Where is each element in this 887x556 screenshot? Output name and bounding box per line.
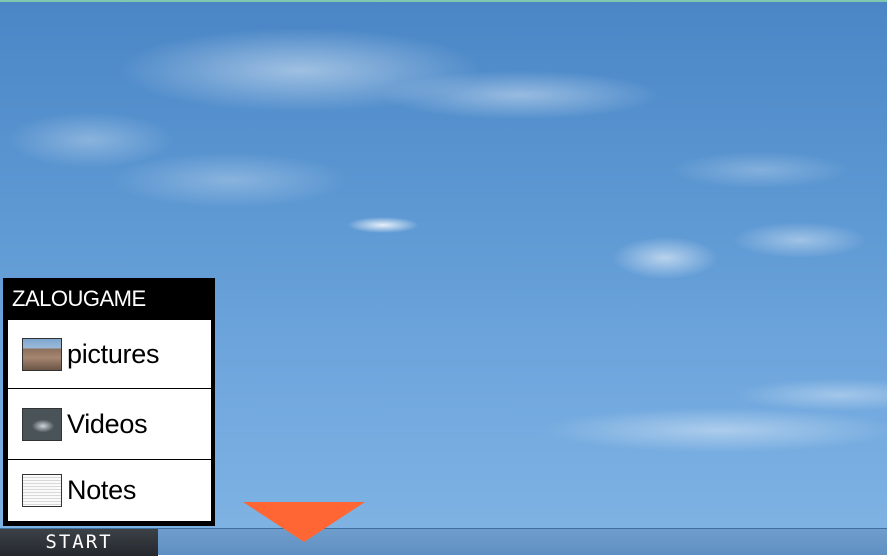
menu-item-notes[interactable]: Notes: [8, 460, 211, 521]
menu-item-pictures[interactable]: pictures: [8, 320, 211, 389]
start-menu: ZALOUGAME pictures Videos Notes: [3, 278, 215, 526]
menu-item-videos[interactable]: Videos: [8, 389, 211, 460]
menu-item-label: Videos: [67, 408, 148, 439]
orange-down-arrow-icon[interactable]: [243, 502, 365, 542]
top-border: [0, 0, 887, 2]
start-menu-items: pictures Videos Notes: [8, 320, 211, 521]
start-button[interactable]: START: [0, 529, 158, 556]
start-menu-title: ZALOUGAME: [12, 286, 146, 311]
menu-item-label: Notes: [67, 475, 137, 505]
menu-item-label: pictures: [67, 338, 160, 369]
pictures-thumbnail-icon: [22, 337, 62, 371]
videos-thumbnail-icon: [22, 407, 62, 441]
notes-thumbnail-icon: [22, 474, 62, 507]
taskbar: START: [0, 528, 887, 556]
